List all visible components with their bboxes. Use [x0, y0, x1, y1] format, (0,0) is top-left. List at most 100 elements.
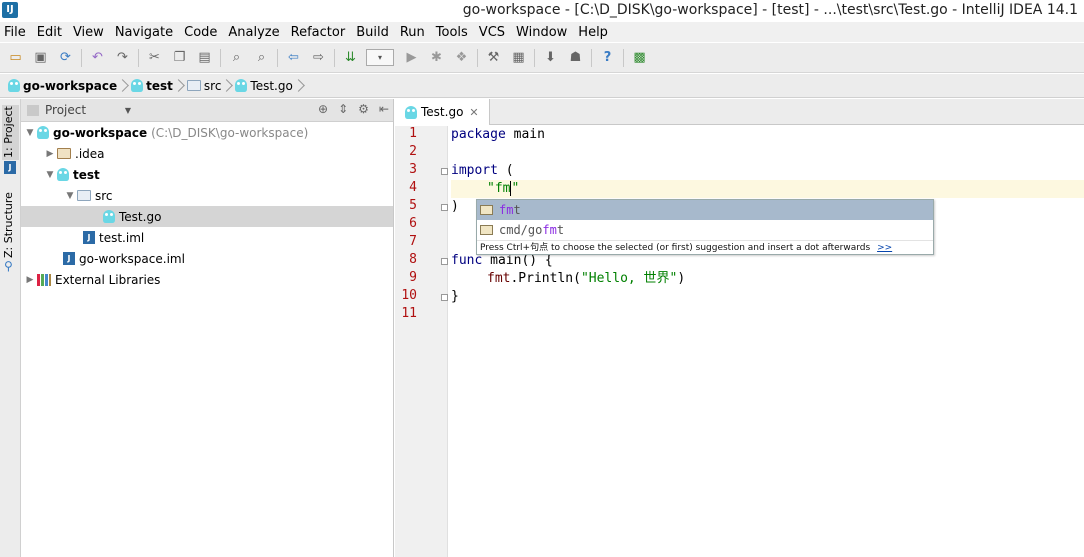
line-number: 1 [409, 126, 417, 141]
code-text: .Println( [510, 271, 581, 286]
help-icon[interactable]: ? [598, 48, 617, 67]
menu-window[interactable]: Window [516, 25, 567, 40]
android-sdk-icon[interactable]: ⬇ [541, 48, 560, 67]
tree-node-test[interactable]: ▼ test [21, 164, 393, 185]
android-icon[interactable]: ☗ [566, 48, 585, 67]
tree-node-label: External Libraries [55, 272, 161, 287]
run-config-dropdown[interactable]: ▾ [366, 49, 394, 66]
debug-icon[interactable]: ✱ [427, 48, 446, 67]
project-panel-header: Project ▼ ⊕ ⇕ ⚙ ⇤ [21, 99, 393, 122]
chevron-down-icon[interactable]: ▼ [43, 170, 57, 180]
cut-icon[interactable]: ✂ [145, 48, 164, 67]
sync-icon[interactable]: ⟳ [56, 48, 75, 67]
tree-node-label: src [95, 188, 113, 203]
chevron-down-icon[interactable]: ▼ [23, 128, 37, 138]
menu-build[interactable]: Build [356, 25, 389, 40]
tab-structure-tool[interactable]: Z: Structure [2, 191, 19, 259]
package-icon [480, 225, 493, 235]
line-number: 6 [409, 216, 417, 231]
menu-vcs[interactable]: VCS [479, 25, 505, 40]
tab-test-go[interactable]: Test.go ✕ [395, 99, 490, 125]
chevron-down-icon[interactable]: ▼ [63, 191, 77, 201]
hide-panel-icon[interactable]: ⇤ [379, 102, 389, 116]
tree-node-hint: (C:\D_DISK\go-workspace) [151, 125, 309, 140]
tree-node-external-libraries[interactable]: ▶ External Libraries [21, 269, 393, 290]
tree-node-label: test.iml [99, 230, 145, 245]
completion-rest: t [513, 203, 521, 217]
left-tool-strip: 1: Project J Z: Structure ⚲ [0, 99, 21, 557]
project-view-selector[interactable]: Project ▼ [27, 102, 131, 119]
run-icon[interactable]: ▶ [402, 48, 421, 67]
open-folder-icon[interactable]: ▭ [6, 48, 25, 67]
save-icon[interactable]: ▣ [31, 48, 50, 67]
code-line-10: } [451, 289, 459, 304]
find-replace-icon[interactable]: ⌕ [252, 48, 271, 67]
chevron-right-icon[interactable]: ▶ [43, 149, 57, 159]
string-literal: " [511, 181, 520, 196]
source-folder-icon [186, 80, 201, 91]
scroll-from-source-icon[interactable]: ⊕ [318, 102, 328, 116]
go-file-icon [235, 79, 248, 92]
completion-footer-link[interactable]: >> [877, 243, 892, 253]
menu-help[interactable]: Help [578, 25, 608, 40]
line-number: 7 [409, 234, 417, 249]
find-icon[interactable]: ⌕ [227, 48, 246, 67]
paste-icon[interactable]: ▤ [195, 48, 214, 67]
fold-marker-icon[interactable] [441, 168, 448, 175]
breadcrumb-label: test [146, 78, 173, 93]
breadcrumb-test-go[interactable]: Test.go [235, 79, 304, 93]
fold-marker-icon[interactable] [441, 204, 448, 211]
breadcrumb-src[interactable]: src [186, 78, 234, 93]
menu-navigate[interactable]: Navigate [115, 25, 173, 40]
line-number: 8 [409, 252, 417, 267]
completion-item-fmt[interactable]: fm t [477, 200, 933, 220]
go-file-icon [405, 105, 417, 119]
make-icon[interactable]: ⇊ [341, 48, 360, 67]
coverage-icon[interactable]: ❖ [452, 48, 471, 67]
menu-analyze[interactable]: Analyze [228, 25, 279, 40]
close-icon[interactable]: ✕ [469, 106, 478, 119]
tree-node-label: test [73, 167, 100, 182]
project-panel: Project ▼ ⊕ ⇕ ⚙ ⇤ ▼ go-workspace (C:\D_D… [21, 99, 394, 557]
gear-icon[interactable]: ⚙ [358, 102, 369, 116]
forward-icon[interactable]: ⇨ [309, 48, 328, 67]
breadcrumb-go-workspace[interactable]: go-workspace [8, 79, 129, 93]
code-editor[interactable]: package main import ( "fm" ) func main()… [451, 126, 1084, 557]
build-settings-icon[interactable]: ⚒ [484, 48, 503, 67]
tree-node-go-workspace-iml[interactable]: J go-workspace.iml [21, 248, 393, 269]
fold-marker-icon[interactable] [441, 258, 448, 265]
back-icon[interactable]: ⇦ [284, 48, 303, 67]
redo-icon[interactable]: ↷ [113, 48, 132, 67]
chevron-right-icon[interactable]: ▶ [23, 275, 37, 285]
tree-node-src[interactable]: ▼ src [21, 185, 393, 206]
menu-code[interactable]: Code [184, 25, 217, 40]
menu-run[interactable]: Run [400, 25, 425, 40]
tree-node-test-go[interactable]: Test.go [21, 206, 393, 227]
collapse-all-icon[interactable]: ⇕ [338, 102, 348, 116]
editor-area: Test.go ✕ 1 2 3 4 5 6 7 8 9 10 11 packag… [395, 99, 1084, 557]
completion-prefix: cmd/go [499, 223, 543, 237]
go-module-icon [131, 79, 144, 92]
menu-view[interactable]: View [73, 25, 104, 40]
tab-project-tool[interactable]: 1: Project [2, 105, 19, 160]
completion-footer: Press Ctrl+句点 to choose the selected (or… [477, 240, 933, 254]
tree-node-go-workspace[interactable]: ▼ go-workspace (C:\D_DISK\go-workspace) [21, 122, 393, 143]
project-view-icon [27, 104, 39, 116]
sdk-icon[interactable]: ▦ [509, 48, 528, 67]
breadcrumb-test[interactable]: test [131, 79, 185, 93]
tree-node-test-iml[interactable]: J test.iml [21, 227, 393, 248]
fold-marker-icon[interactable] [441, 294, 448, 301]
copy-icon[interactable]: ❐ [170, 48, 189, 67]
tree-node-idea[interactable]: ▶ .idea [21, 143, 393, 164]
menu-file[interactable]: File [4, 25, 26, 40]
menu-tools[interactable]: Tools [436, 25, 468, 40]
menu-refactor[interactable]: Refactor [291, 25, 346, 40]
menu-edit[interactable]: Edit [37, 25, 62, 40]
breadcrumb-label: src [203, 78, 222, 93]
toolbar-separator [220, 48, 221, 67]
completion-item-cmd-gofmt[interactable]: cmd/go fm t [477, 220, 933, 240]
current-line-highlight [451, 180, 1084, 198]
toolbar-separator [81, 48, 82, 67]
undo-icon[interactable]: ↶ [88, 48, 107, 67]
plugins-icon[interactable]: ▩ [630, 48, 649, 67]
